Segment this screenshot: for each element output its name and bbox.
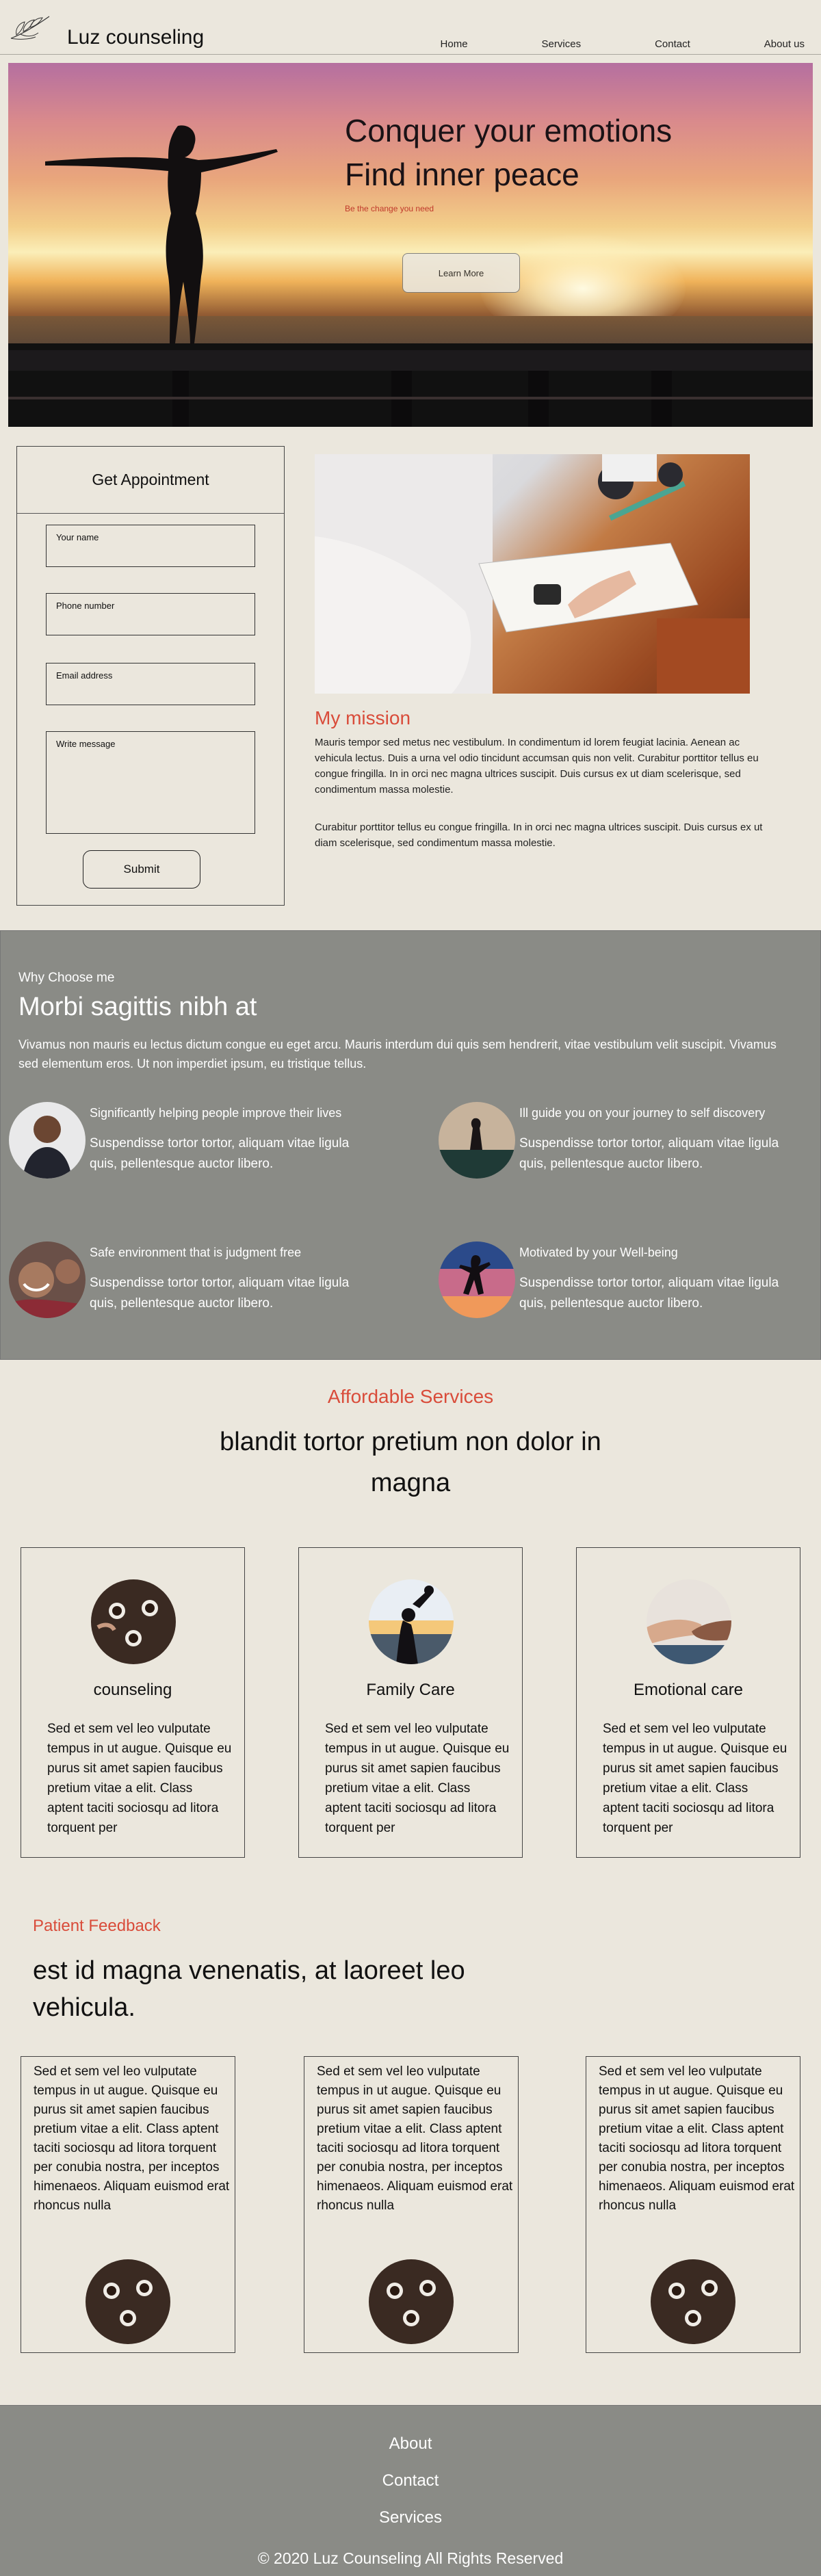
- testimonial-text: Sed et sem vel leo vulputate tempus in u…: [599, 2064, 795, 2213]
- top-navbar: Luz counseling Home Services Contact Abo…: [0, 0, 821, 55]
- feature-title: Safe environment that is judgment free: [90, 1246, 302, 1259]
- appointment-title: Get Appointment: [17, 447, 284, 514]
- feature-title: Significantly helping people improve the…: [90, 1106, 342, 1120]
- services-heading: blandit tortor pretium non dolor in magn…: [220, 1428, 601, 1497]
- footer: About Contact Services © 2020 Luz Counse…: [0, 2405, 821, 2576]
- footer-link-contact[interactable]: Contact: [0, 2471, 821, 2490]
- testimonial-text: Sed et sem vel leo vulputate tempus in u…: [34, 2064, 230, 2213]
- feature-item: Significantly helping people improve the…: [9, 1102, 392, 1184]
- why-eyebrow: Why Choose me: [18, 971, 115, 985]
- appointment-form: Get Appointment Your name Phone number E…: [16, 446, 285, 906]
- hero-tagline: Be the change you need: [345, 204, 434, 213]
- feature-description: Suspendisse tortor tortor, aliquam vitae…: [519, 1276, 779, 1311]
- nav-link-about-us[interactable]: About us: [764, 38, 805, 50]
- family-icon: [369, 1579, 454, 1664]
- feedback-heading: est id magna venenatis, at laoreet leo v…: [33, 1956, 465, 2022]
- feature-avatar-image: [9, 1241, 86, 1318]
- service-description: Sed et sem vel leo vulputate tempus in u…: [47, 1722, 232, 1835]
- mission-title: My mission: [315, 707, 411, 728]
- brand-name[interactable]: Luz counseling: [67, 26, 204, 49]
- why-choose-me-section: Why Choose me Morbi sagittis nibh at Viv…: [0, 930, 821, 1360]
- feature-description: Suspendisse tortor tortor, aliquam vitae…: [90, 1276, 350, 1311]
- feature-description: Suspendisse tortor tortor, aliquam vitae…: [519, 1136, 779, 1171]
- service-card[interactable]: counseling Sed et sem vel leo vulputate …: [21, 1547, 245, 1858]
- name-input[interactable]: Your name: [46, 525, 255, 567]
- service-card[interactable]: Emotional care Sed et sem vel leo vulput…: [576, 1547, 800, 1858]
- copyright-text: © 2020 Luz Counseling All Rights Reserve…: [257, 2549, 564, 2567]
- testimonial-card: Sed et sem vel leo vulputate tempus in u…: [304, 2056, 519, 2353]
- testimonial-card: Sed et sem vel leo vulputate tempus in u…: [586, 2056, 800, 2353]
- testimonial-avatar-image: [86, 2259, 170, 2344]
- service-description: Sed et sem vel leo vulputate tempus in u…: [603, 1722, 787, 1835]
- hero-heading-line2: Find inner peace: [345, 157, 579, 192]
- feature-description: Suspendisse tortor tortor, aliquam vitae…: [90, 1136, 350, 1171]
- writing-notes-image: [315, 454, 750, 694]
- mission-paragraph-2: Curabitur porttitor tellus eu congue fri…: [315, 822, 763, 849]
- testimonial-avatar-image: [651, 2259, 735, 2344]
- footer-link-services[interactable]: Services: [0, 2508, 821, 2527]
- feature-item: Safe environment that is judgment free S…: [9, 1241, 392, 1324]
- hero-banner: Conquer your emotions Find inner peace B…: [8, 63, 813, 427]
- mission-paragraph-1: Mauris tempor sed metus nec vestibulum. …: [315, 737, 759, 796]
- message-textarea[interactable]: Write message: [46, 731, 255, 834]
- why-heading: Morbi sagittis nibh at: [18, 993, 257, 1021]
- submit-button[interactable]: Submit: [83, 850, 200, 889]
- feature-avatar-image: [439, 1102, 515, 1179]
- feature-item: Ill guide you on your journey to self di…: [439, 1102, 821, 1184]
- feature-title: Motivated by your Well-being: [519, 1246, 678, 1259]
- learn-more-button[interactable]: Learn More: [402, 253, 520, 293]
- service-name: Family Care: [366, 1681, 455, 1699]
- service-name: counseling: [93, 1681, 172, 1699]
- testimonial-card: Sed et sem vel leo vulputate tempus in u…: [21, 2056, 235, 2353]
- hero-heading-line1: Conquer your emotions: [345, 113, 673, 148]
- footer-link-about[interactable]: About: [0, 2434, 821, 2454]
- email-input[interactable]: Email address: [46, 663, 255, 705]
- service-name: Emotional care: [633, 1681, 744, 1699]
- feature-avatar-image: [9, 1102, 86, 1179]
- feature-title: Ill guide you on your journey to self di…: [519, 1106, 766, 1120]
- why-paragraph: Vivamus non mauris eu lectus dictum cong…: [18, 1038, 777, 1070]
- testimonial-text: Sed et sem vel leo vulputate tempus in u…: [317, 2064, 513, 2213]
- feature-avatar-image: [439, 1241, 515, 1318]
- coffee-table-icon: [91, 1579, 176, 1664]
- feedback-eyebrow: Patient Feedback: [33, 1917, 161, 1935]
- testimonial-avatar-image: [369, 2259, 454, 2344]
- phone-input[interactable]: Phone number: [46, 593, 255, 635]
- service-description: Sed et sem vel leo vulputate tempus in u…: [325, 1722, 510, 1835]
- woman-silhouette-image: [45, 125, 278, 345]
- nav-link-home[interactable]: Home: [441, 38, 468, 50]
- nav-links: Home Services Contact About us: [367, 38, 805, 50]
- feature-item: Motivated by your Well-being Suspendisse…: [439, 1241, 821, 1324]
- services-eyebrow: Affordable Services: [327, 1386, 494, 1407]
- service-card[interactable]: Family Care Sed et sem vel leo vulputate…: [298, 1547, 523, 1858]
- leaf-logo-icon[interactable]: [8, 14, 53, 41]
- nav-link-contact[interactable]: Contact: [655, 38, 690, 50]
- nav-link-services[interactable]: Services: [542, 38, 582, 50]
- holding-hands-icon: [647, 1579, 731, 1664]
